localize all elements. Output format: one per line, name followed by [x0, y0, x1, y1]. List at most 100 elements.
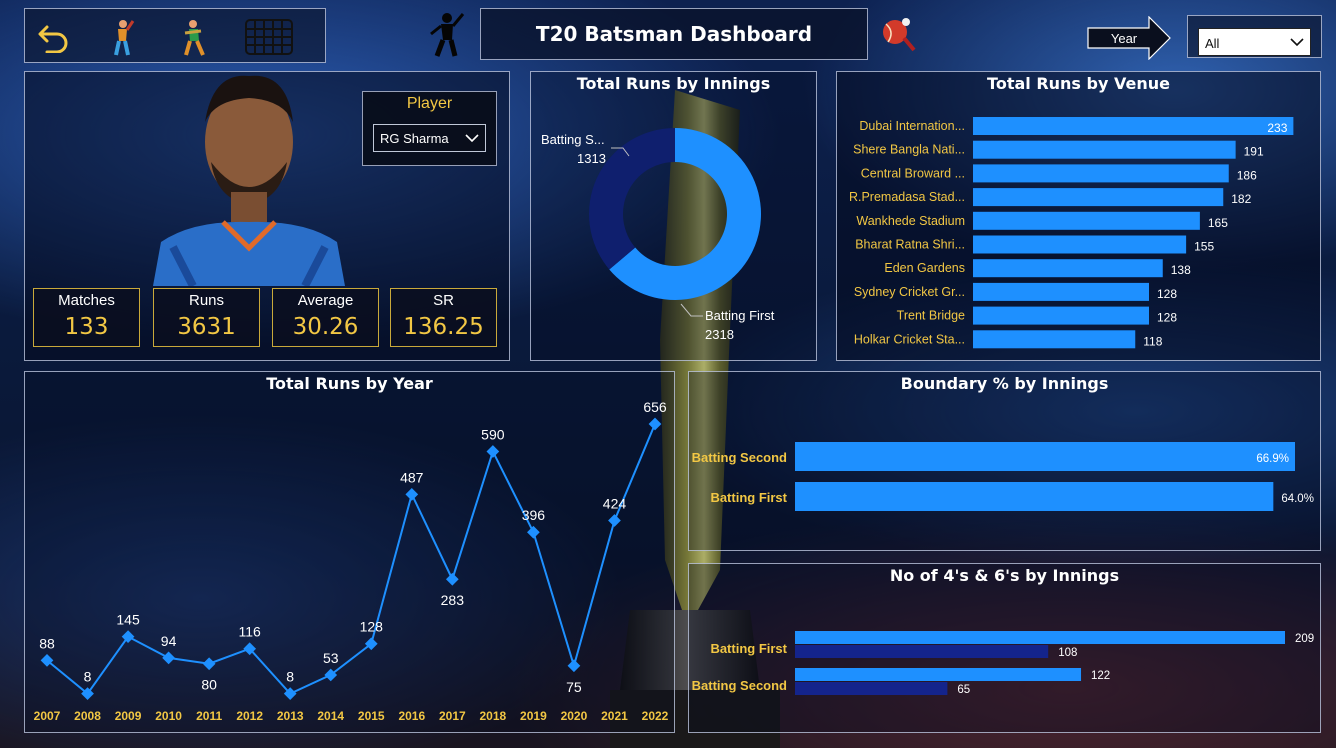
- data-label: 8: [84, 669, 92, 685]
- donut-label: Batting First: [705, 308, 775, 323]
- fours-sixes-panel: No of 4's & 6's by Innings Batting First…: [688, 563, 1321, 733]
- data-label: 396: [522, 507, 546, 523]
- fours-value: 122: [1091, 670, 1110, 682]
- boundary-value: 66.9%: [1256, 453, 1289, 465]
- data-label: 590: [481, 426, 505, 442]
- kpi-average: Average 30.26: [272, 288, 379, 347]
- batsman-icon[interactable]: [109, 19, 135, 57]
- boundary-pct-panel: Boundary % by Innings Batting Second 66.9…: [688, 371, 1321, 551]
- kpi-label: Matches: [58, 292, 115, 309]
- player-slicer: Player RG Sharma: [362, 91, 497, 166]
- donut-value: 1313: [577, 151, 606, 166]
- data-point-marker: [162, 651, 175, 665]
- cricket-ball-logo-icon: [883, 18, 916, 52]
- year-filter-label: Year: [1110, 31, 1138, 46]
- runs-by-year-panel: Total Runs by Year 88 2007 8 2008 145 2009 94 2…: [24, 371, 675, 733]
- data-point-marker: [648, 417, 662, 431]
- kpi-label: Average: [297, 292, 354, 309]
- player-photo: [153, 75, 345, 286]
- venue-value: 118: [1143, 334, 1162, 348]
- player-dropdown-value: RG Sharma: [380, 131, 449, 146]
- fours-bar: [795, 668, 1082, 681]
- page-title: T20 Batsman Dashboard: [535, 22, 813, 46]
- year-filter-value: All: [1205, 36, 1220, 51]
- sixes-value: 65: [957, 684, 970, 696]
- x-tick-label: 2012: [236, 709, 263, 723]
- venue-value: 155: [1194, 240, 1214, 254]
- data-label: 424: [603, 496, 627, 512]
- data-label: 94: [161, 633, 177, 649]
- data-point-marker: [486, 445, 500, 458]
- dashboard-title-box: T20 Batsman Dashboard: [480, 8, 868, 60]
- venue-label: Bharat Ratna Shri...: [855, 238, 965, 252]
- venue-bar: [973, 164, 1229, 183]
- data-point-marker: [567, 659, 581, 673]
- venue-value: 191: [1244, 145, 1264, 159]
- data-label: 8: [286, 669, 294, 685]
- innings-label: Batting First: [710, 490, 787, 505]
- x-tick-label: 2016: [398, 709, 425, 723]
- venue-bar: [973, 306, 1149, 325]
- data-point-marker: [445, 572, 459, 586]
- venue-value: 233: [1267, 121, 1287, 135]
- chevron-down-icon: [465, 134, 479, 143]
- sixes-bar: [795, 682, 948, 695]
- player-slicer-label: Player: [406, 95, 453, 112]
- fours-sixes-chart: Batting First 209 108 Batting Second 122 65: [692, 631, 1314, 696]
- data-point-marker: [405, 487, 419, 501]
- x-tick-label: 2009: [115, 709, 142, 723]
- x-tick-label: 2020: [561, 709, 588, 723]
- runs-by-innings-panel: Total Runs by Innings Batting First 2318 B…: [530, 71, 817, 361]
- x-tick-label: 2010: [155, 709, 182, 723]
- x-tick-label: 2014: [317, 709, 344, 723]
- venue-value: 128: [1157, 311, 1177, 325]
- boundary-value: 64.0%: [1281, 493, 1314, 505]
- kpi-value: 133: [64, 314, 109, 340]
- data-label: 145: [116, 612, 140, 628]
- venue-value: 186: [1237, 168, 1257, 182]
- data-label: 656: [643, 399, 667, 415]
- boundary-bar: [795, 442, 1295, 471]
- venue-bar: [973, 188, 1224, 207]
- venue-value: 128: [1157, 287, 1177, 301]
- venue-label: Central Broward ...: [861, 166, 965, 180]
- data-label: 128: [360, 619, 384, 635]
- calendar-grid-icon[interactable]: [245, 19, 293, 55]
- donut-slice: [589, 128, 675, 270]
- donut-leader-line: [680, 303, 703, 317]
- x-tick-label: 2021: [601, 709, 628, 723]
- year-filter-dropdown[interactable]: All: [1198, 28, 1311, 56]
- x-tick-label: 2018: [480, 709, 507, 723]
- data-point-marker: [121, 630, 135, 644]
- player-panel: Player RG Sharma Matches 133 Runs 3631 A…: [24, 71, 510, 361]
- kpi-value: 136.25: [403, 314, 484, 340]
- innings-label: Batting Second: [692, 678, 787, 693]
- batsman-pose-icon[interactable]: [181, 19, 209, 57]
- boundary-bar: [795, 482, 1274, 511]
- boundary-pct-chart: Batting Second 66.9% Batting First 64.0%: [692, 442, 1314, 511]
- kpi-value: 3631: [177, 314, 236, 340]
- kpi-sr: SR 136.25: [390, 288, 497, 347]
- donut-value: 2318: [705, 327, 734, 342]
- venue-label: Holkar Cricket Sta...: [854, 332, 965, 346]
- sixes-value: 108: [1058, 647, 1077, 659]
- data-point-marker: [527, 525, 540, 539]
- kpi-label: Runs: [188, 292, 225, 309]
- x-tick-label: 2017: [439, 709, 466, 723]
- venue-bar: [973, 140, 1236, 159]
- x-tick-label: 2011: [196, 709, 222, 723]
- venue-label: Sydney Cricket Gr...: [854, 285, 965, 299]
- venue-bar: [973, 330, 1136, 349]
- venue-label: R.Premadasa Stad...: [849, 190, 965, 204]
- runs-by-venue-panel: Total Runs by Venue Dubai Internation...…: [836, 71, 1321, 361]
- venue-label: Trent Bridge: [897, 309, 965, 323]
- data-point-marker: [202, 657, 216, 671]
- x-tick-label: 2019: [520, 709, 547, 723]
- player-dropdown[interactable]: RG Sharma: [373, 124, 486, 152]
- runs-by-venue-chart: Dubai Internation... 233 Shere Bangla Nati…: [849, 117, 1294, 349]
- venue-label: Shere Bangla Nati...: [853, 143, 965, 157]
- data-point-marker: [608, 514, 621, 527]
- runs-by-innings-donut: Batting First 2318 Batting S... 1313: [541, 128, 775, 342]
- data-label: 116: [239, 624, 262, 640]
- back-arrow-icon[interactable]: [37, 23, 71, 53]
